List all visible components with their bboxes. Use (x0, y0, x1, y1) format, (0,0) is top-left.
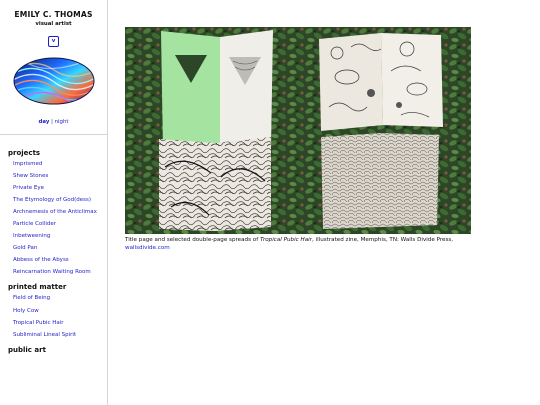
nav-item[interactable]: Holy Cow (0, 308, 107, 315)
day-mode-link[interactable]: day (39, 119, 50, 125)
photo-caption: Title page and selected double-page spre… (125, 236, 471, 252)
caption-text: Title page and selected double-page spre… (125, 237, 260, 243)
chevron-down-icon: v (51, 38, 56, 44)
nav-item[interactable]: Imprismed (0, 161, 107, 168)
nav-item[interactable]: Subliminal Lineal Spirit (0, 332, 107, 339)
nav-item[interactable]: Abbess of the Abyss (0, 257, 107, 264)
sidebar-divider (0, 133, 107, 135)
night-mode-link[interactable]: night (55, 119, 69, 125)
menu-toggle-button[interactable]: v (48, 35, 59, 47)
site-header: EMILY C. THOMAS visual artist v (0, 0, 107, 47)
caption-text-2: , illustrated zine, Memphis, TN: Walls D… (311, 237, 454, 243)
publisher-link[interactable]: wallsdivide.com (125, 245, 170, 251)
logo[interactable] (0, 56, 107, 106)
nav-item[interactable]: The Etymology of God(dess) (0, 197, 107, 204)
main-content: Title page and selected double-page spre… (125, 27, 471, 252)
nav-item[interactable]: Shew Stones (0, 173, 107, 180)
nav-section-title: public art (8, 345, 46, 354)
sidebar: EMILY C. THOMAS visual artist v day | ni… (0, 0, 108, 405)
nav-item[interactable]: Inbetweening (0, 233, 107, 240)
site-tagline: visual artist (35, 21, 72, 27)
nav-item[interactable]: Gold Pan (0, 245, 107, 252)
nav-item[interactable]: Field of Being (0, 295, 107, 302)
nav-item[interactable]: Particle Collider (0, 221, 107, 228)
nav-item[interactable]: Reincarnation Waiting Room (0, 269, 107, 276)
spread-drawings (319, 33, 443, 131)
nav-item[interactable]: Tropical Pubic Hair (0, 320, 107, 327)
nav-section: public art (0, 346, 107, 354)
mode-separator: | (51, 118, 53, 125)
zine-spreads-photo (125, 27, 471, 234)
nav-list: Imprismed Shew Stones Private Eye The Etymo… (0, 161, 107, 277)
site-title[interactable]: EMILY C. THOMAS (0, 10, 107, 19)
nav-item[interactable]: Private Eye (0, 185, 107, 192)
iridescent-logo-image (13, 57, 94, 104)
theme-switch: day | night (0, 119, 107, 125)
nav-section: projects Imprismed Shew Stones Private Eye T… (0, 149, 107, 277)
sidebar-navigation: projects Imprismed Shew Stones Private Eye T… (0, 149, 107, 354)
spread-title-page (161, 30, 273, 151)
spread-dense-lines (321, 133, 439, 229)
caption-zine-title: Tropical Pubic Hair (259, 237, 312, 243)
nav-section: printed matter Field of Being Holy Cow Trop… (0, 283, 107, 338)
nav-section-title: printed matter (8, 283, 67, 292)
spread-scribbles (159, 137, 271, 231)
nav-section-title: projects (8, 148, 41, 157)
nav-list: Field of Being Holy Cow Tropical Pubic Hai… (0, 295, 107, 338)
nav-item[interactable]: Archnemesis of the Anticlimax (0, 209, 107, 216)
